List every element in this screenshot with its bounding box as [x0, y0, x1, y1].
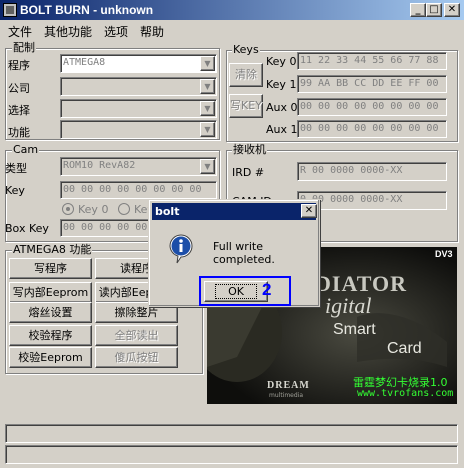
ok-marker: 2: [262, 280, 272, 299]
choice-label: 选择: [8, 104, 30, 117]
program-select[interactable]: ATMEGA8 ▼: [60, 54, 217, 73]
dream-logo: DREAM: [267, 380, 310, 391]
config-group-title: 配制: [12, 41, 36, 54]
cam-key-label: Key: [5, 184, 25, 197]
dialog-close-button[interactable]: ✕: [301, 204, 317, 218]
cam-type-value: ROM10 RevA82: [63, 160, 136, 171]
maximize-button[interactable]: □: [426, 3, 442, 17]
cam-key-field[interactable]: 00 00 00 00 00 00 00 00: [60, 181, 217, 199]
company-label: 公司: [8, 82, 30, 95]
one-click-button[interactable]: 傻瓜按钮: [95, 347, 178, 368]
menu-bar: 文件 其他功能 选项 帮助: [0, 20, 464, 40]
write-key-button[interactable]: 写KEY: [229, 94, 263, 118]
function-select[interactable]: ▼: [60, 120, 217, 139]
cam-group-title: Cam: [12, 143, 40, 156]
key0-label: Key 0: [266, 55, 297, 68]
key0-radio-label: Key 0: [78, 203, 109, 216]
verify-eeprom-button[interactable]: 校验Eeprom: [9, 347, 92, 368]
dream-logo-sub: multimedia: [269, 392, 304, 399]
banner-title-3: Smart: [333, 321, 376, 338]
banner-title-4: Card: [387, 340, 422, 357]
choice-select[interactable]: ▼: [60, 99, 217, 118]
aux1-field[interactable]: 00 00 00 00 00 00 00 00: [297, 120, 447, 138]
program-label: 程序: [8, 59, 30, 72]
dialog-title-bar: bolt: [152, 203, 316, 220]
banner-badge: DV3: [435, 249, 453, 259]
receiver-group-title: 接收机: [232, 143, 267, 156]
menu-file[interactable]: 文件: [8, 23, 32, 40]
info-icon: [169, 234, 193, 264]
status-panel-bottom: [5, 445, 458, 464]
key1-radio[interactable]: [118, 203, 130, 215]
app-icon: [3, 3, 17, 17]
chevron-down-icon: ▼: [200, 79, 215, 94]
ird-label: IRD #: [232, 166, 265, 179]
banner-title-2: igital: [325, 293, 372, 318]
menu-help[interactable]: 帮助: [140, 23, 164, 40]
chevron-down-icon: ▼: [200, 56, 215, 71]
title-bar: BOLT BURN - unknown _ □ ✕: [0, 0, 464, 20]
chevron-down-icon: ▼: [200, 101, 215, 116]
verify-program-button[interactable]: 校验程序: [9, 325, 92, 346]
menu-options[interactable]: 选项: [104, 23, 128, 40]
key1-field[interactable]: 99 AA BB CC DD EE FF 00: [297, 75, 447, 93]
aux1-label: Aux 1: [266, 123, 298, 136]
dialog-title: bolt: [155, 205, 180, 218]
company-select[interactable]: ▼: [60, 77, 217, 96]
window-title: BOLT BURN - unknown: [20, 3, 154, 17]
cam-type-select[interactable]: ROM10 RevA82 ▼: [60, 157, 217, 176]
minimize-button[interactable]: _: [410, 3, 426, 17]
read-all-button[interactable]: 全部读出: [95, 325, 178, 346]
write-program-button[interactable]: 写程序: [9, 258, 92, 279]
cam-type-label: 类型: [5, 162, 27, 175]
functions-group-title: ATMEGA8 功能: [12, 243, 93, 256]
key1-label: Key 1: [266, 78, 297, 91]
dialog-message: Full write completed.: [213, 240, 275, 266]
status-panel-top: [5, 424, 458, 443]
write-eeprom-button[interactable]: 写内部Eeprom: [9, 282, 92, 303]
ok-highlight-box: [199, 276, 291, 306]
fuse-settings-button[interactable]: 熔丝设置: [9, 302, 92, 323]
chevron-down-icon: ▼: [200, 122, 215, 137]
aux0-field[interactable]: 00 00 00 00 00 00 00 00: [297, 98, 447, 116]
box-key-label: Box Key: [5, 222, 49, 235]
ird-field[interactable]: R 00 0000 0000-XX: [297, 162, 447, 181]
banner-url: www.tvrofans.com: [357, 388, 454, 399]
clear-keys-button[interactable]: 清除: [229, 63, 263, 87]
key0-field[interactable]: 11 22 33 44 55 66 77 88: [297, 52, 447, 70]
function-label: 功能: [8, 126, 30, 139]
keys-group-title: Keys: [232, 43, 260, 56]
menu-other[interactable]: 其他功能: [44, 23, 92, 40]
aux0-label: Aux 0: [266, 101, 298, 114]
program-select-value: ATMEGA8: [63, 57, 106, 68]
close-button[interactable]: ✕: [444, 3, 460, 17]
chevron-down-icon: ▼: [200, 159, 215, 174]
key0-radio[interactable]: [62, 203, 74, 215]
